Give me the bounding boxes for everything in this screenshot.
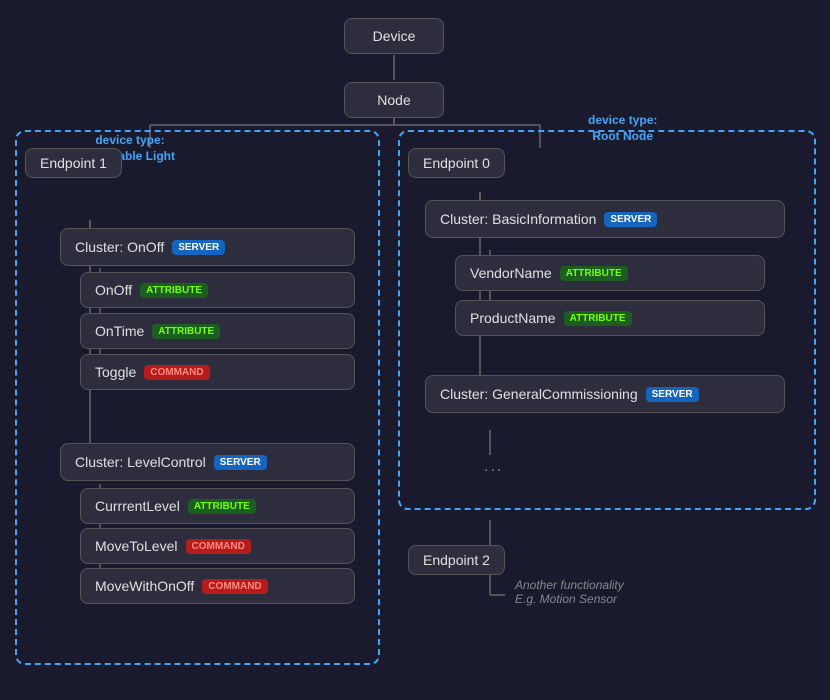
onoff-attr-badge: ATTRIBUTE — [140, 283, 208, 298]
ontime-attr-badge: ATTRIBUTE — [152, 324, 220, 339]
cluster-onoff-badge: SERVER — [172, 240, 225, 255]
endpoint0-node: Endpoint 0 — [408, 148, 505, 178]
cluster-onoff-node: Cluster: OnOff SERVER — [60, 228, 355, 266]
endpoint1-node: Endpoint 1 — [25, 148, 122, 178]
onoff-attr-node: OnOff ATTRIBUTE — [80, 272, 355, 308]
node-node: Node — [344, 82, 444, 118]
productname-attr-node: ProductName ATTRIBUTE — [455, 300, 765, 336]
movetolevel-cmd-badge: COMMAND — [186, 539, 251, 554]
endpoint2-note: Another functionality E.g. Motion Sensor — [515, 578, 624, 606]
movewithonoff-cmd-badge: COMMAND — [202, 579, 267, 594]
vendorname-attr-badge: ATTRIBUTE — [560, 266, 628, 281]
movetolevel-cmd-node: MoveToLevel COMMAND — [80, 528, 355, 564]
toggle-cmd-node: Toggle COMMAND — [80, 354, 355, 390]
device-node: Device — [344, 18, 444, 54]
cluster-levelcontrol-badge: SERVER — [214, 455, 267, 470]
cluster-levelcontrol-node: Cluster: LevelControl SERVER — [60, 443, 355, 481]
diagram-container: Device Node device type: Dimmable Light … — [0, 0, 830, 700]
ontime-attr-node: OnTime ATTRIBUTE — [80, 313, 355, 349]
toggle-cmd-badge: COMMAND — [144, 365, 209, 380]
endpoint2-node: Endpoint 2 — [408, 545, 505, 575]
currentlevel-attr-node: CurrrentLevel ATTRIBUTE — [80, 488, 355, 524]
cluster-basicinfo-node: Cluster: BasicInformation SERVER — [425, 200, 785, 238]
productname-attr-badge: ATTRIBUTE — [564, 311, 632, 326]
currentlevel-attr-badge: ATTRIBUTE — [188, 499, 256, 514]
movewithonoff-cmd-node: MoveWithOnOff COMMAND — [80, 568, 355, 604]
root-node-label: device type: Root Node — [588, 113, 657, 144]
cluster-generalcommissioning-node: Cluster: GeneralCommissioning SERVER — [425, 375, 785, 413]
dots-indicator: ... — [484, 458, 503, 476]
vendorname-attr-node: VendorName ATTRIBUTE — [455, 255, 765, 291]
cluster-generalcommissioning-badge: SERVER — [646, 387, 699, 402]
cluster-basicinfo-badge: SERVER — [604, 212, 657, 227]
